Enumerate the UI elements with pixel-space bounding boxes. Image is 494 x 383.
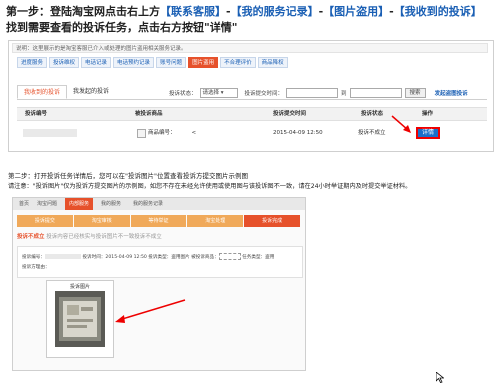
- complaint-image[interactable]: [55, 291, 105, 347]
- progress-step-current: 投诉完成: [244, 215, 300, 227]
- status-filter-label: 投诉状态：: [169, 90, 197, 97]
- image-theft-link: 【图片盗用】: [323, 5, 390, 18]
- step1-heading: 第一步：登陆淘宝网点击右上方【联系客服】-【我的服务记录】-【图片盗用】-【我收…: [6, 5, 482, 18]
- step2-note: 请注意："投诉图片"仅为投诉方提交图片的示例图，如您不存在未经允许使用或使用图与…: [8, 183, 412, 190]
- info-line-1: 投诉编号： 投诉时间：2015-04-09 12:50 投诉类型：盗用图片 被投…: [22, 253, 274, 262]
- progress-step: 淘宝处理: [187, 215, 244, 227]
- progress-step: 淘宝审核: [73, 215, 130, 227]
- divider: [17, 99, 487, 100]
- progress-steps: 投诉提交 淘宝审核 等待举证 淘宝处理 投诉完成: [17, 215, 301, 227]
- step1-instruction: 找到需要查看的投诉任务，点击右方按钮"详情": [6, 21, 238, 34]
- to-label: 到: [341, 90, 347, 97]
- col-item: 被投诉商品: [135, 111, 163, 117]
- col-time: 投诉提交时间: [273, 111, 307, 117]
- start-date-input[interactable]: [286, 87, 339, 98]
- progress-step: 等待举证: [130, 215, 187, 227]
- service-tab[interactable]: 商品降权: [257, 57, 288, 68]
- detail-button[interactable]: 详情: [416, 127, 440, 139]
- red-arrow-icon: [115, 299, 186, 323]
- service-tab-image-theft[interactable]: 图片盗用: [188, 57, 219, 68]
- info-complaint-type: 投诉类型：盗用图片: [148, 255, 190, 260]
- service-tab[interactable]: 电话预约记录: [113, 57, 155, 68]
- result-note: 投诉内容已经核实与投诉图片不一致投诉不成立: [46, 234, 162, 240]
- item-number: 商品编号： <: [148, 121, 196, 145]
- mouse-cursor-icon: [436, 372, 444, 383]
- progress-step: 投诉提交: [17, 215, 73, 227]
- complaint-detail-screenshot: 首页 淘宝问题 内部服务 我的服务 我的服务记录 投诉提交 淘宝审核 等待举证 …: [12, 197, 306, 371]
- info-complaint-id: 投诉编号：: [22, 255, 45, 260]
- received-complaints-link: 【我收到的投诉】: [393, 5, 482, 18]
- service-tab[interactable]: 电话记录: [81, 57, 112, 68]
- file-complaint-link[interactable]: 发起盗图投诉: [435, 89, 468, 97]
- service-tab[interactable]: 投诉维权: [49, 57, 80, 68]
- complaint-sub-tabs: 我收到的投诉 我发起的投诉: [17, 85, 115, 99]
- item-number-value: <: [191, 130, 197, 136]
- time-filter-label: 投诉提交时间：: [244, 90, 284, 97]
- contact-service-link: 【联系客服】: [160, 5, 226, 18]
- nav-item[interactable]: 我的服务记录: [129, 198, 167, 210]
- result-label: 投诉不成立: [17, 234, 45, 240]
- item-thumbnail: [137, 129, 146, 138]
- complaint-status: 投诉不成立: [358, 130, 386, 136]
- image-placeholder-icon: [59, 297, 101, 341]
- step2-heading: 第二步：打开投诉任务详情后，您可以在"投诉图片"位置查看投诉方提交图片示例图: [8, 172, 248, 180]
- tab-filed-complaints[interactable]: 我发起的投诉: [67, 85, 115, 99]
- status-select[interactable]: 请选择 ▾: [199, 87, 238, 98]
- status-select-value: 请选择: [202, 89, 220, 96]
- nav-item[interactable]: 首页: [15, 198, 33, 210]
- item-number-label: 商品编号：: [148, 130, 176, 136]
- tab-received-complaints[interactable]: 我收到的投诉: [17, 85, 68, 99]
- top-nav: 首页 淘宝问题 内部服务 我的服务 我的服务记录: [13, 198, 305, 210]
- notice-bar: 说明：这里展示的是淘宝客服已介入或处理的图片盗用相关服务记录。: [12, 43, 488, 53]
- end-date-input[interactable]: [349, 87, 402, 98]
- col-operation: 操作: [422, 111, 434, 117]
- nav-item[interactable]: 我的服务: [97, 198, 125, 210]
- result-line: 投诉不成立 投诉内容已经核实与投诉图片不一致投诉不成立: [17, 231, 301, 243]
- info-line-2: 投诉方理由：: [22, 265, 50, 270]
- info-item: 被投诉商品：: [191, 255, 219, 260]
- step1-prefix: 第一步：登陆淘宝网点击右上方: [6, 5, 160, 18]
- chevron-down-icon: ▾: [220, 89, 224, 96]
- complaint-image-title: 投诉图片: [69, 284, 90, 290]
- complaint-id-redacted: [23, 129, 77, 137]
- nav-item[interactable]: 淘宝问题: [33, 198, 61, 210]
- service-tab[interactable]: 不合理评价: [220, 57, 256, 68]
- filter-bar: 投诉状态： 请选择 ▾ 投诉提交时间： 到 搜索 发起盗图投诉: [169, 87, 468, 98]
- service-tab[interactable]: 账号问题: [156, 57, 187, 68]
- service-records-link: 【我的服务记录】: [230, 5, 319, 18]
- nav-item-active[interactable]: 内部服务: [65, 198, 94, 210]
- info-complaint-time: 投诉时间：2015-04-09 12:50: [82, 255, 147, 260]
- table-header: 投诉编号 被投诉商品 投诉提交时间 投诉状态 操作: [17, 107, 487, 121]
- info-task-type: 任务类型：盗用: [242, 255, 275, 260]
- service-tabs: 进度服务 投诉维权 电话记录 电话预约记录 账号问题 图片盗用 不合理评价 商品…: [17, 57, 288, 68]
- complaints-panel-screenshot: 说明：这里展示的是淘宝客服已介入或处理的图片盗用相关服务记录。 进度服务 投诉维…: [8, 40, 494, 152]
- complaint-info: 投诉编号： 投诉时间：2015-04-09 12:50 投诉类型：盗用图片 被投…: [17, 246, 303, 278]
- col-complaint-id: 投诉编号: [25, 111, 48, 117]
- service-tab[interactable]: 进度服务: [17, 57, 48, 68]
- search-button[interactable]: 搜索: [404, 87, 426, 98]
- red-arrow-icon: [391, 115, 411, 133]
- complaint-time: 2015-04-09 12:50: [273, 130, 323, 136]
- col-status: 投诉状态: [361, 111, 384, 117]
